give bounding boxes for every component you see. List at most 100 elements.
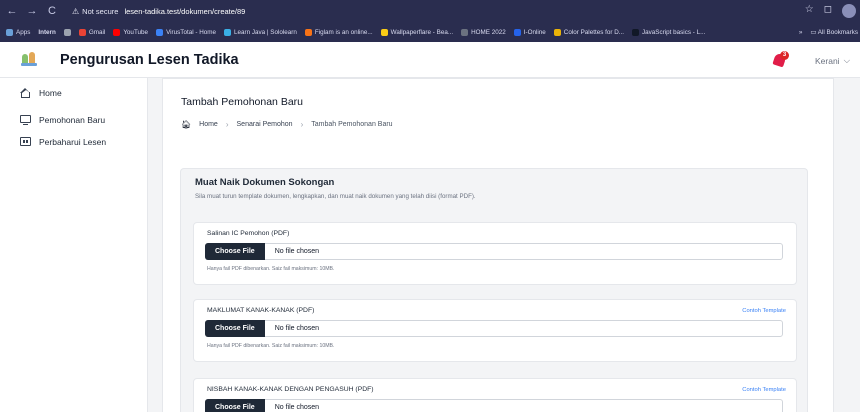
browser-chrome: ← → C ⚠ Not secure lesen-tadika.test/dok… [0,0,860,42]
bookmarks-overflow: » ▭ All Bookmarks [790,22,858,42]
wallpaper-icon [380,28,388,36]
chevron-right-icon: › [225,120,229,129]
upload-field-maklumat-kanak-kanak: MAKLUMAT KANAK-KANAK (PDF) Contoh Templa… [193,299,797,362]
bookmark-label: VirusTotal - Home [166,28,216,36]
upload-label: NISBAH KANAK-KANAK DENGAN PENGASUH (PDF) [207,386,374,393]
panel-title: Muat Naik Dokumen Sokongan [195,177,335,188]
template-link[interactable]: Contoh Template [742,387,786,393]
bookmark-item[interactable]: YouTube [113,28,149,36]
app-logo[interactable] [20,51,42,69]
choose-file-button[interactable]: Choose File [205,242,265,260]
all-bookmarks-button[interactable]: ▭ All Bookmarks [810,29,858,36]
breadcrumb-senarai-pemohon[interactable]: Senarai Pemohon [237,121,293,128]
figma-icon [304,28,312,36]
choose-file-button[interactable]: Choose File [205,398,265,412]
bookmark-item[interactable]: Intern [38,29,56,36]
sololearn-icon [224,28,231,36]
bookmark-label: HOME 2022 [471,28,506,36]
bookmark-label: Gmail [88,28,106,36]
sidebar: Home Pemohonan Baru Perbaharui Lesen [0,78,148,412]
bookmark-item[interactable]: VirusTotal - Home [156,28,216,36]
reload-icon[interactable]: C [44,5,60,17]
bookmark-item[interactable]: Gmail [78,28,106,36]
bookmark-item[interactable]: HOME 2022 [461,28,506,36]
bookmark-label: Learn Java | Sololearn [234,28,297,36]
upload-label: Salinan IC Pemohon (PDF) [207,230,290,237]
bookmark-item[interactable]: Wallpaperflare - Bea... [380,28,454,36]
back-icon[interactable]: ← [4,5,20,17]
notification-bell-icon[interactable]: 3 [771,51,789,69]
folder-icon: ▭ [810,28,818,36]
chevron-right-icon: › [300,120,304,129]
grid-icon [63,28,71,36]
home-icon[interactable]: 🏠︎ [181,120,191,129]
bookmark-item[interactable] [63,28,71,36]
bookmark-label: Color Palettes for D... [563,28,624,36]
warning-icon: ⚠ [72,6,80,16]
all-bookmarks-label: All Bookmarks [817,28,858,36]
bookmark-item[interactable]: I-Online [513,28,546,36]
address-bar[interactable]: ⚠ Not secure lesen-tadika.test/dokumen/c… [72,3,772,19]
user-menu[interactable]: Kerani ⌵ [815,55,850,66]
browser-toolbar: ← → C ⚠ Not secure lesen-tadika.test/dok… [0,0,860,22]
file-status: No file chosen [274,325,320,332]
security-indicator[interactable]: ⚠ Not secure [72,7,118,16]
id-card-icon [20,137,31,147]
more-bookmarks-button[interactable]: » [799,29,803,36]
bookmark-label: Figlam is an online... [314,28,373,36]
choose-file-button[interactable]: Choose File [205,319,265,337]
bookmark-label: Apps [16,28,31,36]
sidebar-item-label: Perbaharui Lesen [39,137,107,147]
file-status: No file chosen [274,248,320,255]
sidebar-item-perbaharui-lesen[interactable]: Perbaharui Lesen [20,137,106,147]
upload-hint: Hanya fail PDF dibenarkan. Saiz fail mak… [207,343,335,349]
youtube-icon [113,28,121,36]
star-icon[interactable]: ☆ [805,4,814,18]
url-text[interactable]: lesen-tadika.test/dokumen/create/89 [124,7,245,16]
file-input[interactable]: Choose File No file chosen [205,319,783,337]
sidebar-item-pemohonan-baru[interactable]: Pemohonan Baru [20,115,106,126]
breadcrumb-home[interactable]: Home [199,121,218,128]
file-status: No file chosen [274,404,320,411]
upload-label: MAKLUMAT KANAK-KANAK (PDF) [207,307,315,314]
bookmark-label: Wallpaperflare - Bea... [390,28,454,36]
app-header: Pengurusan Lesen Tadika 3 Kerani ⌵ [0,42,860,78]
content-card: Tambah Pemohonan Baru 🏠︎ Home › Senarai … [162,78,834,412]
bookmark-item[interactable]: JavaScript basics - L... [632,28,706,36]
sidebar-item-label: Home [39,88,62,98]
bookmarks-bar: Apps Intern Gmail YouTube VirusTotal - H… [0,22,860,42]
bookmark-item[interactable]: Learn Java | Sololearn [224,28,297,36]
forward-icon[interactable]: → [24,5,40,17]
user-name: Kerani [815,55,840,66]
sidebar-item-home[interactable]: Home [20,88,62,98]
file-input[interactable]: Choose File No file chosen [205,398,783,412]
folder-icon [461,28,469,36]
template-link[interactable]: Contoh Template [742,308,786,314]
bookmark-item[interactable]: Color Palettes for D... [553,28,624,36]
file-input[interactable]: Choose File No file chosen [205,242,783,260]
page-title: Tambah Pemohonan Baru [181,96,303,108]
virustotal-icon [156,28,164,36]
sidebar-item-label: Pemohonan Baru [39,115,106,125]
upload-hint: Hanya fail PDF dibenarkan. Saiz fail mak… [207,266,335,272]
main-content: Tambah Pemohonan Baru 🏠︎ Home › Senarai … [162,78,860,412]
profile-avatar[interactable] [842,4,856,18]
apps-icon [6,28,13,36]
app-title: Pengurusan Lesen Tadika [60,51,239,68]
monitor-icon [20,115,31,126]
upload-panel: Muat Naik Dokumen Sokongan Sila muat tur… [180,168,808,412]
bookmark-item[interactable]: Apps [6,28,31,36]
palette-icon [553,28,561,36]
bookmark-label: JavaScript basics - L... [642,28,706,36]
breadcrumb: 🏠︎ Home › Senarai Pemohon › Tambah Pemoh… [181,120,393,129]
chevron-down-icon: ⌵ [843,55,851,65]
bookmark-item[interactable]: Figlam is an online... [304,28,373,36]
bookmark-label: Intern [38,28,56,36]
bookmark-label: I-Online [523,28,546,36]
panel-description: Sila muat turun template dokumen, lengka… [195,193,476,200]
upload-field-nisbah: NISBAH KANAK-KANAK DENGAN PENGASUH (PDF)… [193,378,797,412]
breadcrumb-current: Tambah Pemohonan Baru [311,121,393,128]
home-icon [20,88,31,98]
bookmark-label: YouTube [123,28,149,36]
extensions-icon[interactable]: ◻ [824,4,832,18]
